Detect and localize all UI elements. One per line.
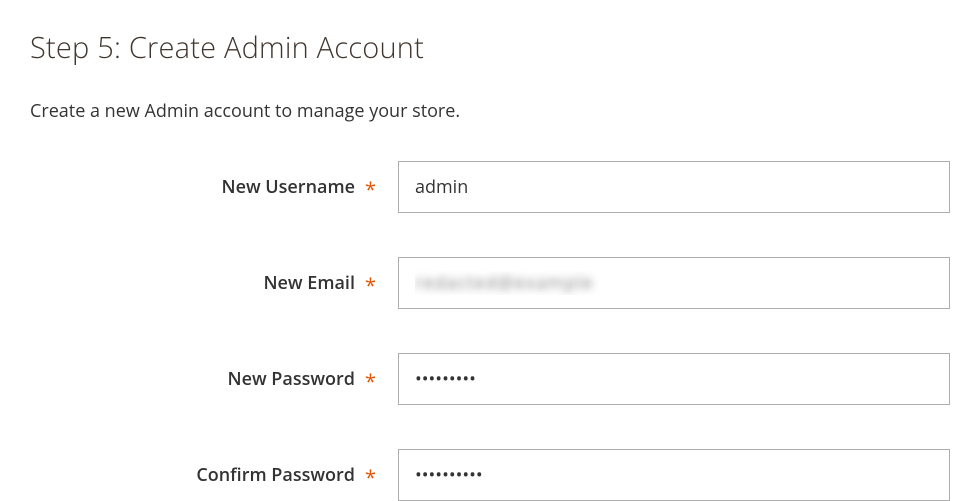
required-asterisk-icon: * bbox=[365, 464, 376, 491]
label-confirm-password: Confirm Password bbox=[196, 463, 355, 487]
page-description: Create a new Admin account to manage you… bbox=[30, 99, 950, 123]
required-asterisk-icon: * bbox=[365, 176, 376, 203]
username-input[interactable] bbox=[398, 161, 950, 213]
confirm-password-input[interactable] bbox=[398, 449, 950, 501]
label-wrap-confirm-password: Confirm Password * bbox=[30, 462, 398, 489]
form-row-password: New Password * bbox=[30, 353, 950, 405]
required-asterisk-icon: * bbox=[365, 368, 376, 395]
label-wrap-email: New Email * bbox=[30, 270, 398, 297]
label-email: New Email bbox=[263, 271, 355, 295]
label-username: New Username bbox=[221, 175, 355, 199]
form-row-username: New Username * bbox=[30, 161, 950, 213]
page-title: Step 5: Create Admin Account bbox=[30, 28, 950, 67]
label-wrap-password: New Password * bbox=[30, 366, 398, 393]
required-asterisk-icon: * bbox=[365, 272, 376, 299]
password-input[interactable] bbox=[398, 353, 950, 405]
form-row-email: New Email * bbox=[30, 257, 950, 309]
label-wrap-username: New Username * bbox=[30, 174, 398, 201]
email-input[interactable] bbox=[398, 257, 950, 309]
label-password: New Password bbox=[227, 367, 355, 391]
form-row-confirm-password: Confirm Password * bbox=[30, 449, 950, 501]
